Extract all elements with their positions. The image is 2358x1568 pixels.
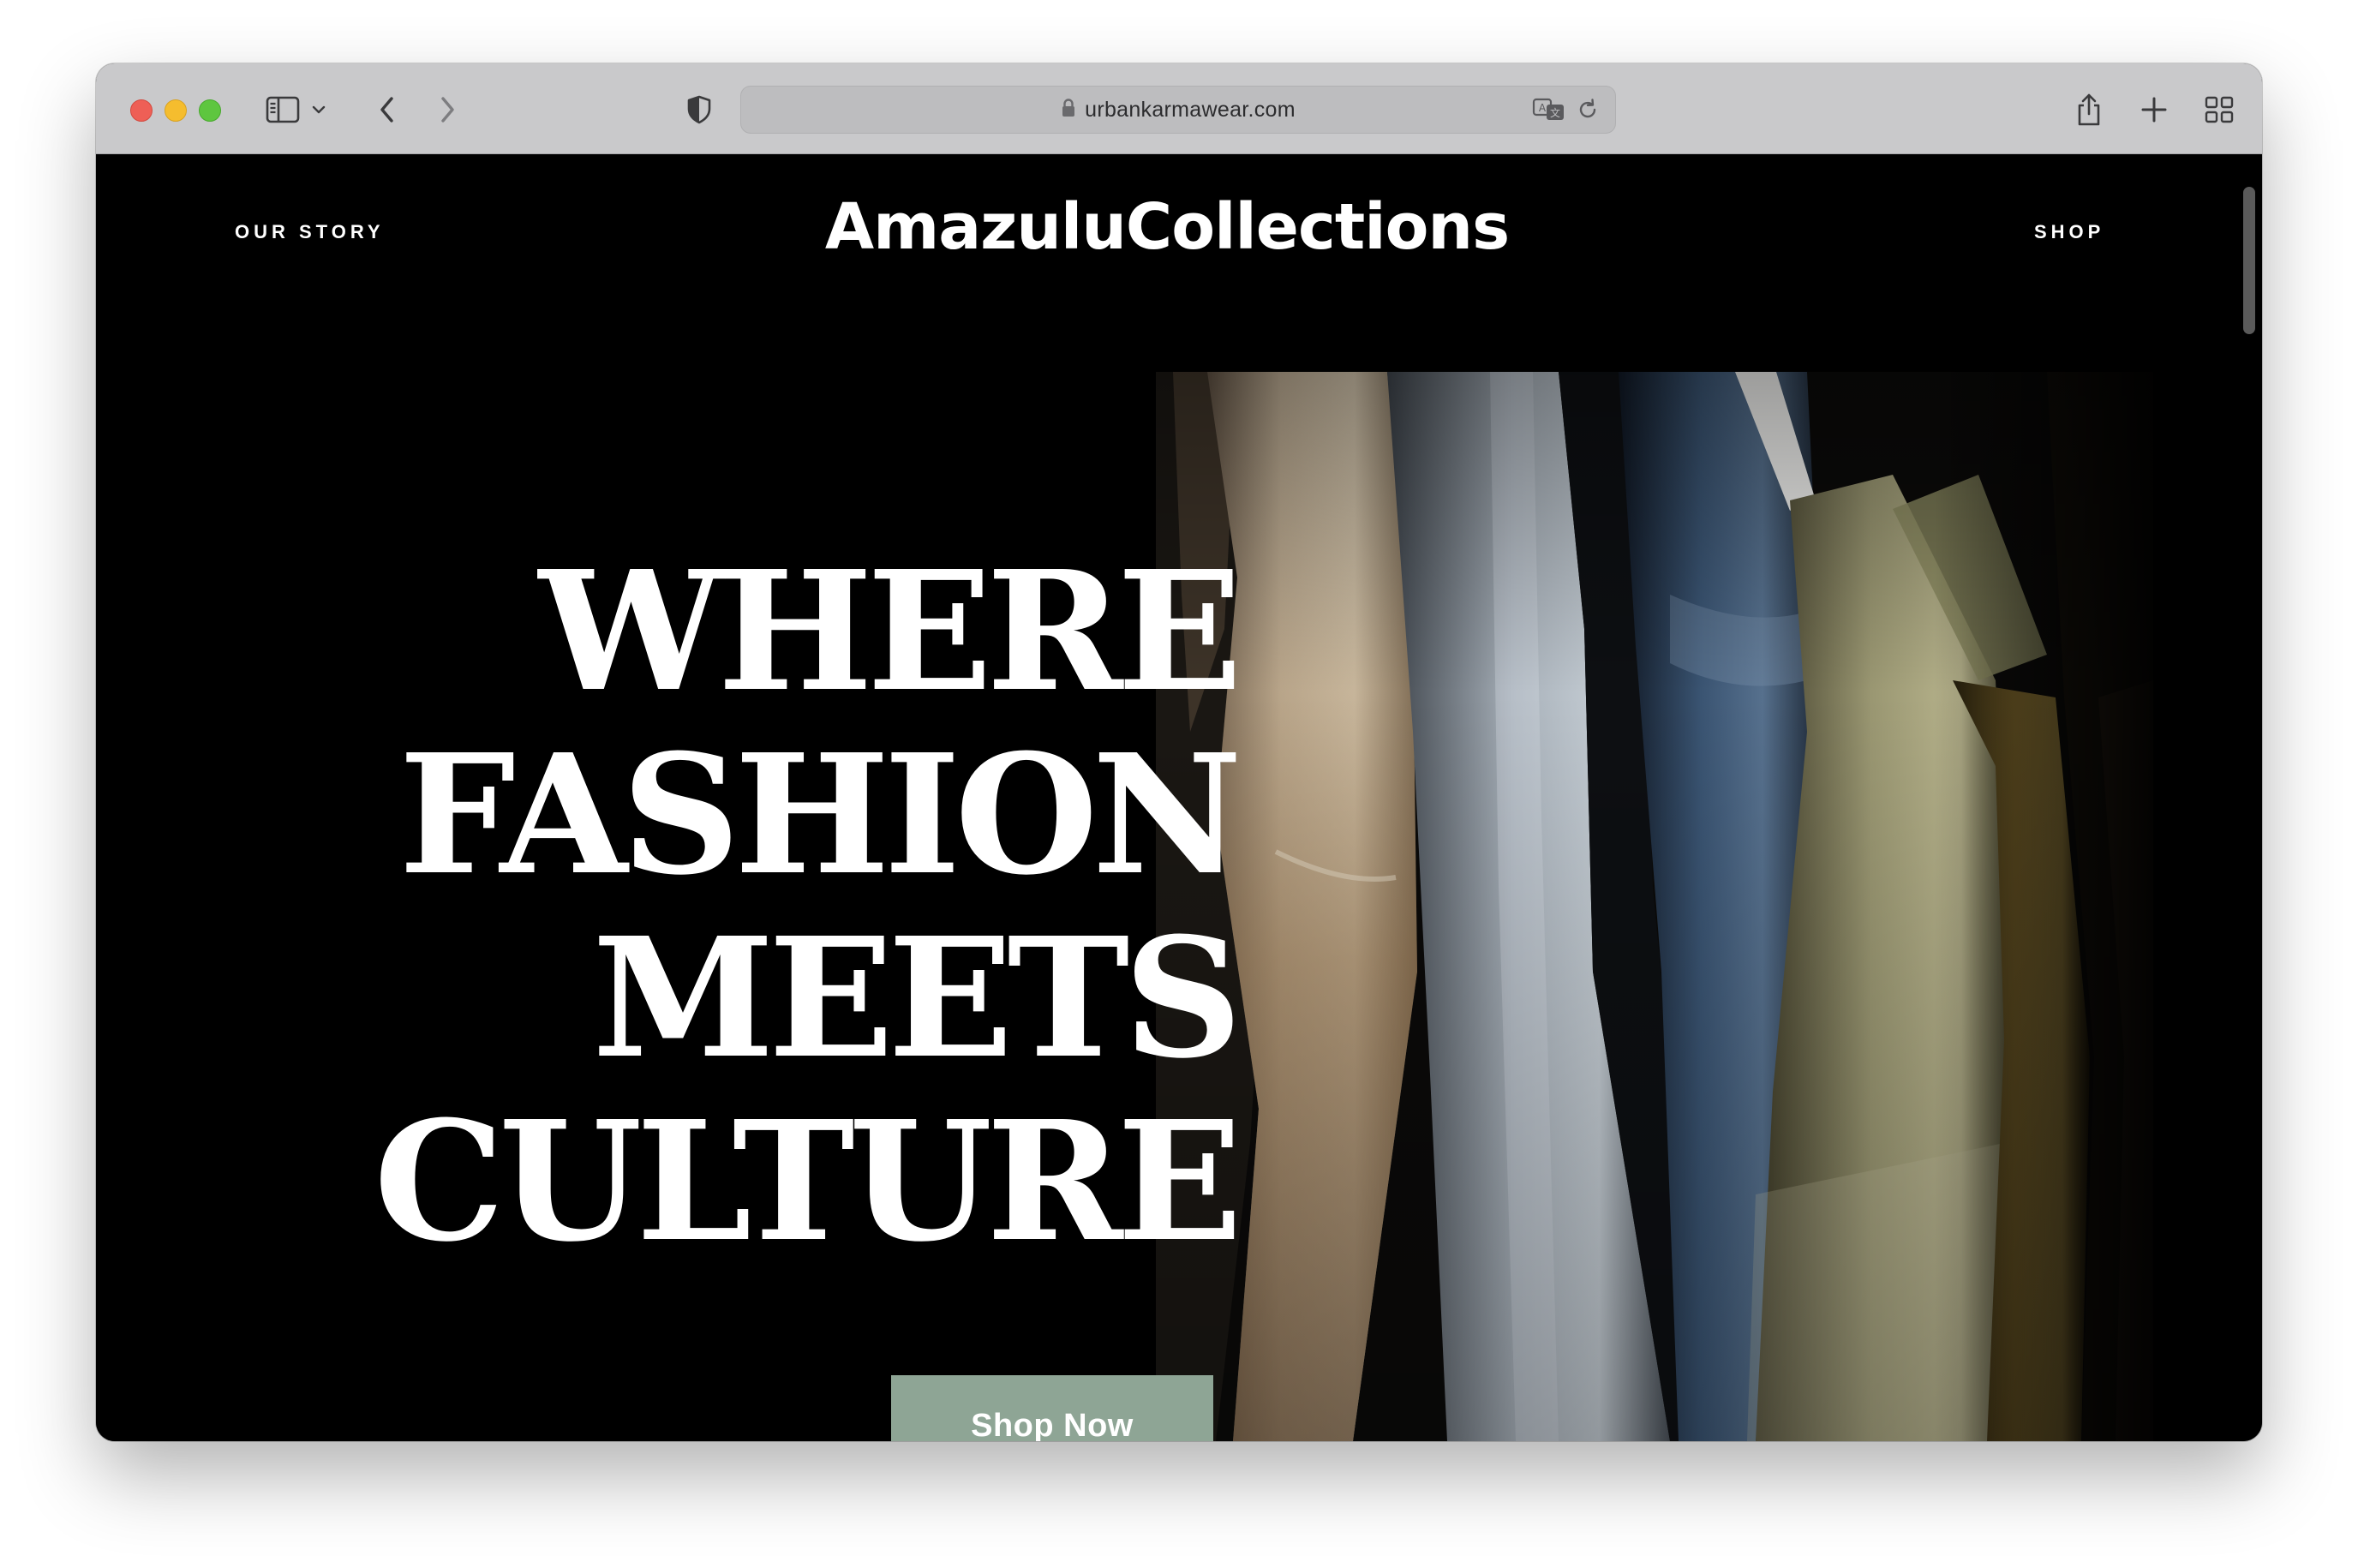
lock-icon	[1061, 98, 1076, 123]
site-logo[interactable]: AmazuluCollections	[96, 190, 2238, 264]
reload-icon[interactable]	[1571, 91, 1605, 129]
svg-text:A: A	[1539, 102, 1547, 114]
chevron-left-icon[interactable]	[372, 91, 403, 129]
headline-line-1: WHERE	[538, 536, 1242, 729]
url-text: urbankarmawear.com	[1085, 97, 1296, 122]
plus-icon[interactable]	[2137, 91, 2171, 129]
svg-text:文: 文	[1550, 106, 1560, 119]
address-bar[interactable]: urbankarmawear.com A 文	[740, 86, 1616, 134]
grid-icon[interactable]	[2202, 91, 2236, 129]
clothes-rack-photo	[1156, 372, 2153, 1441]
shop-now-button[interactable]: Shop Now	[891, 1375, 1213, 1441]
browser-window: urbankarmawear.com A 文 OUR STORY Amazulu…	[96, 63, 2262, 1441]
screenshot-stage: urbankarmawear.com A 文 OUR STORY Amazulu…	[0, 0, 2358, 1568]
headline-line-3: MEETS	[592, 902, 1242, 1096]
web-page: OUR STORY AmazuluCollections SHOP WHERE …	[96, 154, 2262, 1441]
nav-shop-link[interactable]: SHOP	[2034, 221, 2104, 243]
chevron-down-icon[interactable]	[308, 91, 329, 129]
shield-icon[interactable]	[684, 91, 715, 129]
headline-line-2: FASHION	[398, 719, 1242, 913]
hero-headline: WHERE FASHION MEETS CULTURE	[374, 536, 1242, 1279]
browser-toolbar: urbankarmawear.com A 文	[96, 63, 2262, 154]
chevron-right-icon[interactable]	[432, 91, 463, 129]
share-icon[interactable]	[2072, 91, 2106, 129]
minimize-window-button[interactable]	[165, 99, 187, 122]
address-bar-content: urbankarmawear.com	[741, 87, 1615, 133]
close-window-button[interactable]	[130, 99, 153, 122]
headline-line-4: CULTURE	[374, 1086, 1242, 1279]
translate-icon[interactable]: A 文	[1529, 91, 1569, 129]
sidebar-icon[interactable]	[264, 91, 302, 129]
page-scrollbar[interactable]	[2243, 187, 2255, 334]
maximize-window-button[interactable]	[199, 99, 221, 122]
